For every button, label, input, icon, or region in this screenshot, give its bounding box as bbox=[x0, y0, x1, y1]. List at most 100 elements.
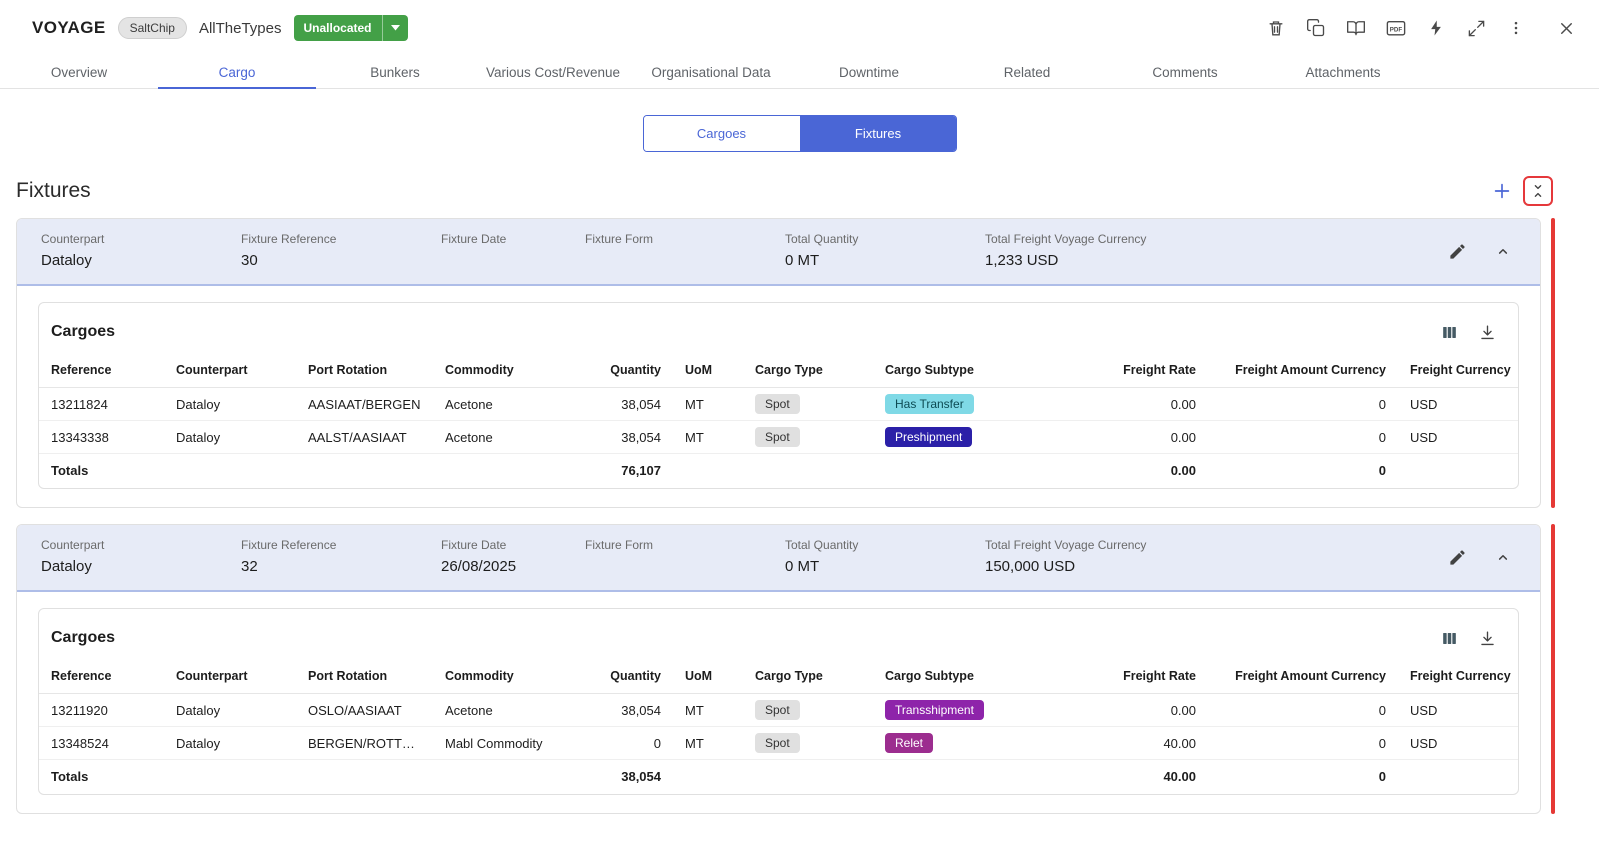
tab-organisational-data[interactable]: Organisational Data bbox=[632, 56, 790, 88]
cell-port-rotation: OSLO/AASIAAT bbox=[296, 694, 433, 727]
col-cargo-subtype: Cargo Subtype bbox=[873, 351, 1068, 388]
field-total-quantity: Total Quantity 0 MT bbox=[785, 538, 985, 576]
col-quantity: Quantity bbox=[573, 351, 673, 388]
window-header: VOYAGE SaltChip AllTheTypes Unallocated bbox=[0, 0, 1599, 56]
field-label: Counterpart bbox=[41, 232, 241, 246]
tab-attachments[interactable]: Attachments bbox=[1264, 56, 1422, 88]
totals-freight-amount-currency: 0 bbox=[1208, 454, 1398, 489]
cell-counterpart: Dataloy bbox=[164, 421, 296, 454]
fixture-row: Counterpart Dataloy Fixture Reference 32… bbox=[16, 524, 1555, 814]
download-button[interactable] bbox=[1472, 317, 1502, 347]
cargo-type-chip: Spot bbox=[755, 700, 800, 720]
edit-fixture-button[interactable] bbox=[1442, 236, 1472, 266]
field-value: 0 MT bbox=[785, 252, 985, 270]
totals-quantity: 76,107 bbox=[573, 454, 673, 489]
expand-icon bbox=[1467, 19, 1486, 38]
field-counterpart: Counterpart Dataloy bbox=[41, 538, 241, 576]
fixture-row: Counterpart Dataloy Fixture Reference 30… bbox=[16, 218, 1555, 508]
cell-freight-rate: 0.00 bbox=[1068, 694, 1208, 727]
flash-button[interactable] bbox=[1421, 13, 1451, 43]
cargo-row[interactable]: 13343338 Dataloy AALST/AASIAAT Acetone 3… bbox=[39, 421, 1518, 454]
columns-button[interactable] bbox=[1434, 317, 1464, 347]
collapse-fixture-button[interactable] bbox=[1488, 542, 1518, 572]
tab-cargo[interactable]: Cargo bbox=[158, 56, 316, 88]
book-button[interactable] bbox=[1341, 13, 1371, 43]
toggle-fixtures[interactable]: Fixtures bbox=[800, 116, 956, 151]
field-counterpart: Counterpart Dataloy bbox=[41, 232, 241, 270]
cell-reference: 13348524 bbox=[39, 727, 164, 760]
fixture-highlight-stripe bbox=[1551, 524, 1555, 814]
cell-freight-amount-currency: 0 bbox=[1208, 388, 1398, 421]
field-label: Total Quantity bbox=[785, 232, 985, 246]
cell-cargo-subtype: Transshipment bbox=[873, 694, 1068, 727]
col-freight-rate: Freight Rate bbox=[1068, 351, 1208, 388]
field-value bbox=[585, 558, 785, 576]
tab-comments[interactable]: Comments bbox=[1106, 56, 1264, 88]
table-header-row: Reference Counterpart Port Rotation Comm… bbox=[39, 657, 1518, 694]
cargo-subtype-chip: Transshipment bbox=[885, 700, 984, 720]
field-total-freight: Total Freight Voyage Currency 150,000 US… bbox=[985, 538, 1442, 576]
cargoes-title: Cargoes bbox=[51, 629, 115, 647]
cell-commodity: Acetone bbox=[433, 694, 573, 727]
cell-commodity: Mabl Commodity bbox=[433, 727, 573, 760]
chevron-up-icon bbox=[1493, 547, 1513, 567]
cargoes-table: Reference Counterpart Port Rotation Comm… bbox=[39, 657, 1518, 794]
field-label: Fixture Form bbox=[585, 538, 785, 552]
field-fixture-reference: Fixture Reference 30 bbox=[241, 232, 441, 270]
totals-freight-amount-currency: 0 bbox=[1208, 760, 1398, 795]
expand-button[interactable] bbox=[1461, 13, 1491, 43]
columns-icon bbox=[1440, 323, 1459, 342]
cell-freight-amount-currency: 0 bbox=[1208, 727, 1398, 760]
col-port-rotation: Port Rotation bbox=[296, 657, 433, 694]
col-reference: Reference bbox=[39, 351, 164, 388]
col-cargo-type: Cargo Type bbox=[743, 351, 873, 388]
cell-reference: 13343338 bbox=[39, 421, 164, 454]
collapse-fixture-button[interactable] bbox=[1488, 236, 1518, 266]
cell-counterpart: Dataloy bbox=[164, 727, 296, 760]
field-label: Fixture Reference bbox=[241, 232, 441, 246]
book-icon bbox=[1346, 18, 1366, 38]
cell-quantity: 0 bbox=[573, 727, 673, 760]
tab-various-cost-revenue[interactable]: Various Cost/Revenue bbox=[474, 56, 632, 88]
cell-uom: MT bbox=[673, 388, 743, 421]
copy-button[interactable] bbox=[1301, 13, 1331, 43]
voyage-name: AllTheTypes bbox=[199, 20, 282, 37]
cargo-type-chip: Spot bbox=[755, 394, 800, 414]
close-button[interactable] bbox=[1551, 13, 1581, 43]
collapse-all-button[interactable] bbox=[1523, 176, 1553, 206]
cell-uom: MT bbox=[673, 421, 743, 454]
cargoes-title: Cargoes bbox=[51, 323, 115, 341]
cell-cargo-type: Spot bbox=[743, 694, 873, 727]
fixture-card-2: Counterpart Dataloy Fixture Reference 32… bbox=[16, 524, 1541, 814]
download-button[interactable] bbox=[1472, 623, 1502, 653]
col-reference: Reference bbox=[39, 657, 164, 694]
cargo-row[interactable]: 13211824 Dataloy AASIAAT/BERGEN Acetone … bbox=[39, 388, 1518, 421]
saltchip-badge: SaltChip bbox=[118, 17, 187, 39]
svg-text:PDF: PDF bbox=[1390, 26, 1403, 33]
tab-downtime[interactable]: Downtime bbox=[790, 56, 948, 88]
add-fixture-button[interactable] bbox=[1487, 176, 1517, 206]
col-cargo-type: Cargo Type bbox=[743, 657, 873, 694]
cell-reference: 13211920 bbox=[39, 694, 164, 727]
field-value: 0 MT bbox=[785, 558, 985, 576]
cargoes-table: Reference Counterpart Port Rotation Comm… bbox=[39, 351, 1518, 488]
tab-related[interactable]: Related bbox=[948, 56, 1106, 88]
pdf-button[interactable]: PDF bbox=[1381, 13, 1411, 43]
field-value: Dataloy bbox=[41, 558, 241, 576]
cargo-row[interactable]: 13211920 Dataloy OSLO/AASIAAT Acetone 38… bbox=[39, 694, 1518, 727]
cell-freight-currency: USD bbox=[1398, 421, 1518, 454]
cargo-row[interactable]: 13348524 Dataloy BERGEN/ROTT… Mabl Commo… bbox=[39, 727, 1518, 760]
totals-freight-rate: 40.00 bbox=[1068, 760, 1208, 795]
columns-button[interactable] bbox=[1434, 623, 1464, 653]
allocation-status-dropdown[interactable]: Unallocated bbox=[294, 15, 408, 41]
toggle-cargoes[interactable]: Cargoes bbox=[644, 116, 800, 151]
delete-button[interactable] bbox=[1261, 13, 1291, 43]
plus-icon bbox=[1491, 180, 1513, 202]
tab-overview[interactable]: Overview bbox=[0, 56, 158, 88]
fixtures-section-title: Fixtures bbox=[16, 179, 91, 203]
col-commodity: Commodity bbox=[433, 657, 573, 694]
edit-fixture-button[interactable] bbox=[1442, 542, 1472, 572]
view-toggle-row: Cargoes Fixtures bbox=[0, 89, 1599, 152]
tab-bunkers[interactable]: Bunkers bbox=[316, 56, 474, 88]
more-button[interactable] bbox=[1501, 13, 1531, 43]
